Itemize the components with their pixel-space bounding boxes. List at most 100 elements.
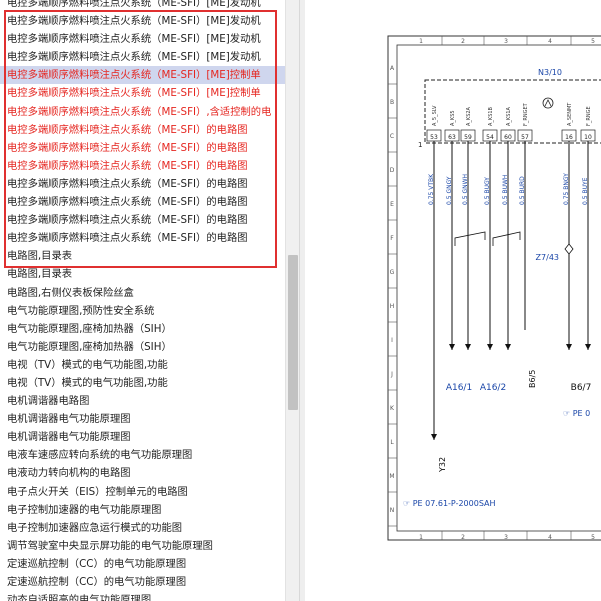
- list-item[interactable]: 电控多端顺序燃料喷注点火系统（ME-SFI）的电路图: [0, 193, 285, 211]
- list-item[interactable]: 电控多端顺序燃料喷注点火系统（ME-SFI）[ME]发动机: [0, 48, 285, 66]
- wire-arrow: [505, 344, 511, 350]
- list-item[interactable]: 电控多端顺序燃料喷注点火系统（ME-SFI）的电路图: [0, 229, 285, 247]
- target-b6-7: B6/7: [571, 383, 592, 393]
- row-letter: E: [390, 201, 394, 208]
- list-item[interactable]: 电子控制加速器的电气功能原理图: [0, 501, 285, 519]
- pin-number: 63: [448, 134, 456, 141]
- pin-number: 54: [486, 134, 494, 141]
- pin-label: A_KS1B: [488, 106, 494, 126]
- row-letter: C: [390, 133, 394, 140]
- reference-link: ☞ PE 07.61-P-2000SAH: [403, 499, 496, 508]
- wire-arrow: [566, 344, 572, 350]
- wire-arrow: [585, 344, 591, 350]
- list-item[interactable]: 电路图,目录表: [0, 265, 285, 283]
- list-item[interactable]: 电控多端顺序燃料喷注点火系统（ME-SFI）[ME]发动机: [0, 30, 285, 48]
- twist-symbol: [492, 231, 521, 246]
- wire-arrow: [449, 344, 455, 350]
- list-item[interactable]: 电机调谐器电气功能原理图: [0, 410, 285, 428]
- column-number: 4: [548, 38, 552, 45]
- row-letter: G: [390, 269, 395, 276]
- row-letter: F: [390, 235, 394, 242]
- pin-label: A_5_SLV: [432, 105, 438, 126]
- pin-label: A_KS1A: [506, 106, 512, 126]
- list-item[interactable]: 电液动力转向机构的电路图: [0, 464, 285, 482]
- list-item[interactable]: 电控多端顺序燃料喷注点火系统（ME-SFI）,含适控制的电: [0, 103, 285, 121]
- list-item[interactable]: 定速巡航控制（CC）的电气功能原理图: [0, 555, 285, 573]
- wire-arrow: [431, 434, 437, 440]
- list-scrollbar[interactable]: [285, 0, 299, 601]
- pin-number: 60: [504, 134, 512, 141]
- pin-label: A_KS5: [450, 110, 456, 126]
- wire-arrow: [487, 344, 493, 350]
- list-item[interactable]: 电子点火开关（EIS）控制单元的电路图: [0, 483, 285, 501]
- pin-number: 57: [521, 134, 529, 141]
- target-a16-1: A16/1: [446, 383, 472, 393]
- row-letter: M: [389, 473, 394, 480]
- row-letter: H: [390, 303, 395, 310]
- pin-label: F_RNGE: [586, 106, 592, 126]
- wire-arrow: [465, 344, 471, 350]
- list-item[interactable]: 电机调谐器电路图: [0, 392, 285, 410]
- splice-label: Z7/43: [536, 253, 559, 262]
- list-item[interactable]: 电控多端顺序燃料喷注点火系统（ME-SFI）的电路图: [0, 139, 285, 157]
- list-item[interactable]: 电控多端顺序燃料喷注点火系统（ME-SFI）的电路图: [0, 121, 285, 139]
- wire-label: 0.5 BUYE: [582, 177, 589, 205]
- target-b6-5: B6/5: [528, 370, 537, 388]
- column-number: 4: [548, 534, 552, 541]
- document-list-panel: 电控多端顺序燃料喷注点火系统（ME-SFI）[ME]发动机 电控多端顺序燃料喷注点…: [0, 0, 285, 601]
- wire-label: 0.5 GNGY: [446, 176, 453, 205]
- list-item[interactable]: 电控多端顺序燃料喷注点火系统（ME-SFI）的电路图: [0, 175, 285, 193]
- ground-symbol-mark: [544, 99, 552, 107]
- pin-label: F_RNGET: [523, 102, 529, 126]
- row-letter: D: [390, 167, 395, 174]
- wiring-diagram: 1 1 2 2 3 3 4 4 5 5 A B C D E F G H I J K L M N N3/10 1 A_5_SLV 53 0…: [387, 35, 601, 541]
- document-list: 电控多端顺序燃料喷注点火系统（ME-SFI）[ME]发动机 电控多端顺序燃料喷注点…: [0, 0, 285, 601]
- row-letter: K: [390, 405, 395, 412]
- list-item[interactable]: 调节驾驶室中央显示屏功能的电气功能原理图: [0, 537, 285, 555]
- column-number: 5: [591, 38, 595, 45]
- wire-label: 0.5 BUGY: [484, 177, 491, 205]
- target-a16-2: A16/2: [480, 383, 506, 393]
- list-item[interactable]: 电控多端顺序燃料喷注点火系统（ME-SFI）[ME]发动机: [0, 0, 285, 12]
- list-item[interactable]: 电控多端顺序燃料喷注点火系统（ME-SFI）的电路图: [0, 211, 285, 229]
- pin-label: A_KS2A: [466, 106, 472, 126]
- pin-number: 53: [430, 134, 438, 141]
- list-item[interactable]: 电控多端顺序燃料喷注点火系统（ME-SFI）[ME]控制单: [0, 66, 285, 85]
- list-item[interactable]: 电视（TV）模式的电气功能图,功能: [0, 374, 285, 392]
- wire-label: 0.5 BUWH: [502, 175, 509, 205]
- list-item[interactable]: 电路图,右侧仪表板保险丝盒: [0, 284, 285, 302]
- row-letter: J: [390, 371, 393, 378]
- list-item[interactable]: 定速巡航控制（CC）的电气功能原理图: [0, 573, 285, 591]
- list-item[interactable]: 电控多端顺序燃料喷注点火系统（ME-SFI）[ME]发动机: [0, 12, 285, 30]
- twist-symbol: [454, 231, 486, 246]
- list-item[interactable]: 动态自适照高的电气功能原理图: [0, 591, 285, 601]
- reference-link-2: ☞ PE 0: [563, 409, 590, 418]
- wire-label: 0.5 BURD: [519, 176, 526, 205]
- list-item[interactable]: 电气功能原理图,座椅加热器（SIH）: [0, 320, 285, 338]
- list-item[interactable]: 电控多端顺序燃料喷注点火系统（ME-SFI）[ME]控制单: [0, 84, 285, 102]
- column-number: 3: [504, 38, 508, 45]
- component-label: N3/10: [538, 68, 562, 77]
- pin-number: 10: [584, 134, 592, 141]
- column-number: 5: [591, 534, 595, 541]
- pin-label: A_SENMT: [567, 102, 573, 126]
- list-item[interactable]: 电液车速感应转向系统的电气功能原理图: [0, 446, 285, 464]
- column-number: 1: [419, 38, 423, 45]
- row-letter: L: [390, 439, 394, 446]
- list-item[interactable]: 电视（TV）模式的电气功能图,功能: [0, 356, 285, 374]
- list-item[interactable]: 电路图,目录表: [0, 247, 285, 265]
- splice-node: [564, 243, 574, 255]
- list-item[interactable]: 电机调谐器电气功能原理图: [0, 428, 285, 446]
- pin-number: 59: [464, 134, 472, 141]
- list-item[interactable]: 电气功能原理图,座椅加热器（SIH）: [0, 338, 285, 356]
- list-item[interactable]: 电控多端顺序燃料喷注点火系统（ME-SFI）的电路图: [0, 157, 285, 175]
- scrollbar-thumb[interactable]: [288, 255, 298, 410]
- column-number: 3: [504, 534, 508, 541]
- column-number: 2: [461, 534, 465, 541]
- wire-label: 0.5 GNWH: [462, 174, 469, 205]
- wiring-diagram-pane: 1 1 2 2 3 3 4 4 5 5 A B C D E F G H I J K L M N N3/10 1 A_5_SLV 53 0…: [305, 0, 601, 601]
- list-item[interactable]: 电子控制加速器应急运行模式的功能图: [0, 519, 285, 537]
- wire-label: 0.75 BNGY: [563, 173, 570, 205]
- list-item[interactable]: 电气功能原理图,预防性安全系统: [0, 302, 285, 320]
- wire-label: 0.75 VTBK: [428, 173, 435, 205]
